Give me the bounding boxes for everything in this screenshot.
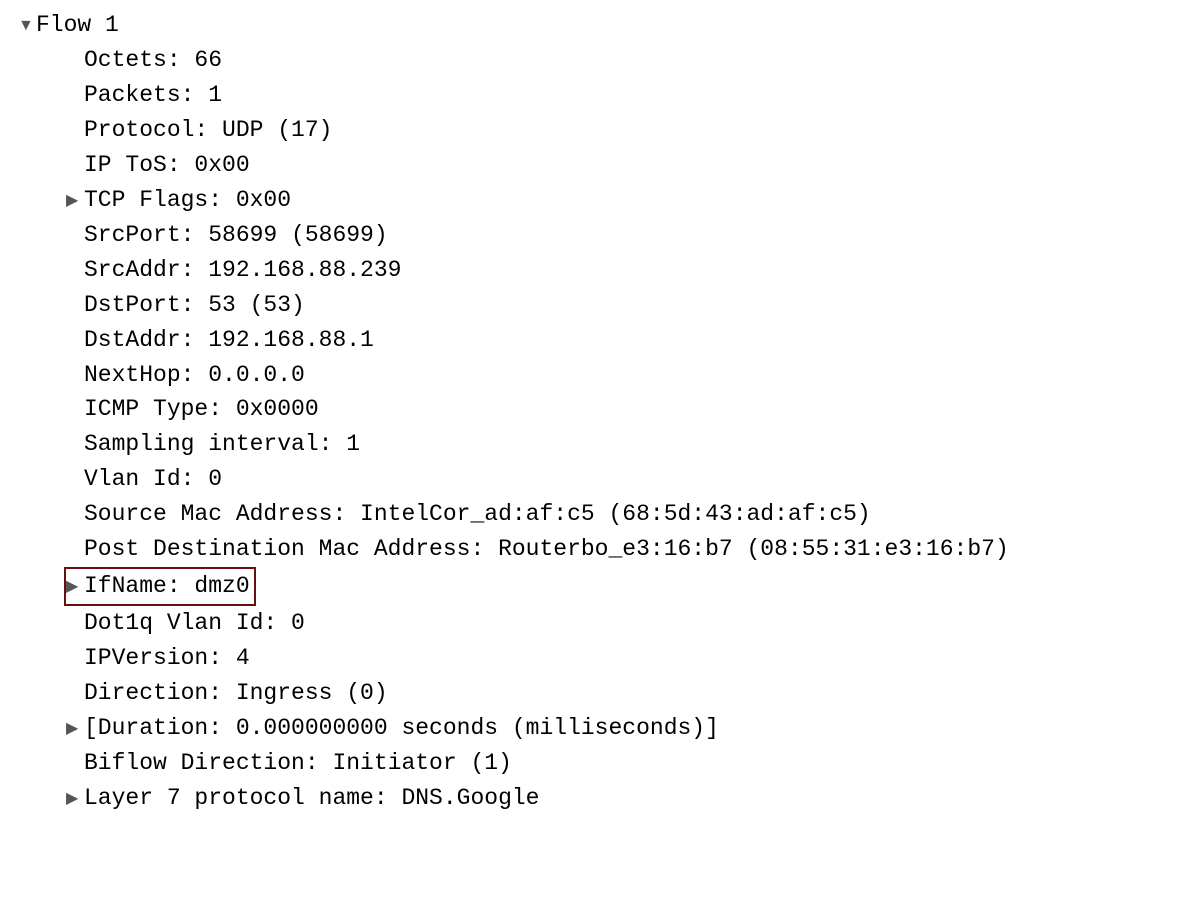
field-text: ICMP Type: 0x0000 — [84, 392, 319, 427]
field-text: Dot1q Vlan Id: 0 — [84, 606, 305, 641]
field-text: Layer 7 protocol name: DNS.Google — [84, 781, 539, 816]
field-row[interactable]: Packets: 1 — [18, 78, 1200, 113]
field-row[interactable]: NextHop: 0.0.0.0 — [18, 358, 1200, 393]
field-row[interactable]: Biflow Direction: Initiator (1) — [18, 746, 1200, 781]
field-text: IPVersion: 4 — [84, 641, 250, 676]
field-text: Source Mac Address: IntelCor_ad:af:c5 (6… — [84, 497, 871, 532]
field-text: Sampling interval: 1 — [84, 427, 360, 462]
field-row[interactable]: Protocol: UDP (17) — [18, 113, 1200, 148]
field-row[interactable]: ▶[Duration: 0.000000000 seconds (millise… — [18, 711, 1200, 746]
field-text: Post Destination Mac Address: Routerbo_e… — [84, 532, 1009, 567]
field-text: Direction: Ingress (0) — [84, 676, 388, 711]
field-row[interactable]: Source Mac Address: IntelCor_ad:af:c5 (6… — [18, 497, 1200, 532]
field-text: SrcPort: 58699 (58699) — [84, 218, 388, 253]
field-text: Packets: 1 — [84, 78, 222, 113]
field-text: SrcAddr: 192.168.88.239 — [84, 253, 401, 288]
field-text: IfName: dmz0 — [84, 573, 250, 599]
field-text: DstPort: 53 (53) — [84, 288, 305, 323]
field-text: Octets: 66 — [84, 43, 222, 78]
field-text: Vlan Id: 0 — [84, 462, 222, 497]
highlight-box: ▶IfName: dmz0 — [64, 567, 256, 606]
field-row[interactable]: DstPort: 53 (53) — [18, 288, 1200, 323]
flow-node[interactable]: ▼Flow 1 — [18, 8, 1200, 43]
field-row[interactable]: ▶TCP Flags: 0x00 — [18, 183, 1200, 218]
field-row[interactable]: Dot1q Vlan Id: 0 — [18, 606, 1200, 641]
chevron-right-icon[interactable]: ▶ — [66, 787, 84, 811]
flow-title: Flow 1 — [36, 8, 119, 43]
chevron-right-icon[interactable]: ▶ — [66, 717, 84, 741]
field-row[interactable]: SrcAddr: 192.168.88.239 — [18, 253, 1200, 288]
field-row[interactable]: Octets: 66 — [18, 43, 1200, 78]
field-row[interactable]: ▶Layer 7 protocol name: DNS.Google — [18, 781, 1200, 816]
chevron-down-icon[interactable]: ▼ — [18, 14, 36, 38]
field-row[interactable]: ▶IfName: dmz0 — [18, 567, 1200, 606]
field-row[interactable]: IP ToS: 0x00 — [18, 148, 1200, 183]
field-row[interactable]: SrcPort: 58699 (58699) — [18, 218, 1200, 253]
field-row[interactable]: Direction: Ingress (0) — [18, 676, 1200, 711]
chevron-right-icon[interactable]: ▶ — [66, 189, 84, 213]
field-row[interactable]: Post Destination Mac Address: Routerbo_e… — [18, 532, 1200, 567]
field-row[interactable]: Sampling interval: 1 — [18, 427, 1200, 462]
field-row[interactable]: IPVersion: 4 — [18, 641, 1200, 676]
field-text: IP ToS: 0x00 — [84, 148, 250, 183]
field-row[interactable]: DstAddr: 192.168.88.1 — [18, 323, 1200, 358]
chevron-right-icon[interactable]: ▶ — [66, 575, 84, 599]
field-text: NextHop: 0.0.0.0 — [84, 358, 305, 393]
field-text: Protocol: UDP (17) — [84, 113, 332, 148]
field-text: DstAddr: 192.168.88.1 — [84, 323, 374, 358]
field-row[interactable]: ICMP Type: 0x0000 — [18, 392, 1200, 427]
field-row[interactable]: Vlan Id: 0 — [18, 462, 1200, 497]
packet-tree: ▼Flow 1 Octets: 66Packets: 1Protocol: UD… — [0, 0, 1200, 816]
field-text: TCP Flags: 0x00 — [84, 183, 291, 218]
field-text: Biflow Direction: Initiator (1) — [84, 746, 512, 781]
field-text: [Duration: 0.000000000 seconds (millisec… — [84, 711, 719, 746]
